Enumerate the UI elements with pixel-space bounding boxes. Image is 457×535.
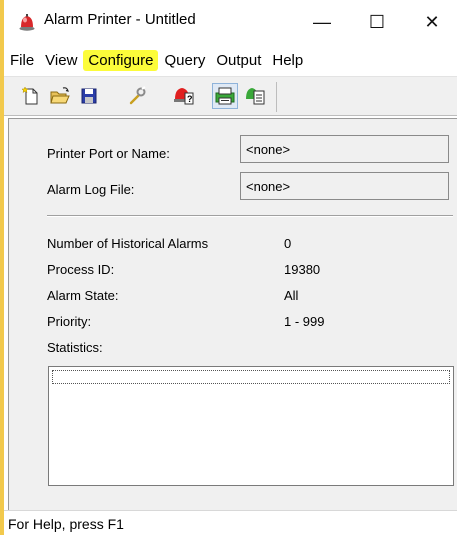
minimize-button[interactable]: — (299, 4, 345, 40)
statistics-box[interactable] (48, 366, 454, 486)
priority-value: 1 - 999 (284, 314, 325, 329)
toolbar-separator (276, 82, 277, 112)
status-bar: For Help, press F1 (4, 510, 457, 535)
close-button[interactable]: ✕ (409, 4, 455, 40)
svg-text:?: ? (187, 94, 193, 104)
new-file-icon[interactable] (18, 83, 44, 109)
window-title: Alarm Printer - Untitled (44, 11, 196, 28)
alarm-log-label: Alarm Log File: (47, 182, 135, 197)
historical-alarms-label: Number of Historical Alarms (47, 236, 209, 251)
process-id-value: 19380 (284, 262, 321, 277)
alarm-state-value: All (284, 288, 299, 303)
printer-output-icon[interactable] (212, 83, 238, 109)
alarm-printer-window: Alarm Printer - Untitled — ☐ ✕ File View… (4, 0, 457, 535)
printer-port-field[interactable]: <none> (240, 135, 449, 163)
menu-view[interactable]: View (40, 50, 82, 71)
menu-file[interactable]: File (5, 50, 39, 71)
status-text: For Help, press F1 (8, 516, 124, 532)
process-id-label: Process ID: (47, 262, 115, 277)
open-folder-icon[interactable] (47, 83, 73, 109)
alarm-query-icon[interactable]: ? (170, 83, 196, 109)
alarm-printer-app-icon (18, 13, 36, 31)
statistics-label: Statistics: (47, 340, 103, 355)
menu-configure[interactable]: Configure (83, 49, 159, 71)
log-file-icon[interactable] (242, 83, 268, 109)
save-disk-icon[interactable] (76, 83, 102, 109)
historical-alarms-value: 0 (284, 236, 292, 251)
alarm-log-field[interactable]: <none> (240, 172, 449, 200)
wrench-icon[interactable] (124, 83, 150, 109)
maximize-button[interactable]: ☐ (354, 4, 400, 40)
printer-port-label: Printer Port or Name: (47, 146, 170, 161)
section-divider (47, 215, 453, 217)
alarm-state-label: Alarm State: (47, 288, 119, 303)
title-bar[interactable]: Alarm Printer - Untitled — ☐ ✕ (4, 0, 457, 44)
client-area: Printer Port or Name: <none> Alarm Log F… (8, 118, 457, 510)
menu-query[interactable]: Query (159, 50, 210, 71)
toolbar: ? (4, 76, 457, 116)
menu-output[interactable]: Output (211, 50, 266, 71)
statistics-focus-rect (52, 370, 450, 384)
menu-help[interactable]: Help (267, 50, 308, 71)
menu-bar: File View Configure Query Output Help (4, 48, 457, 72)
priority-label: Priority: (47, 314, 92, 329)
